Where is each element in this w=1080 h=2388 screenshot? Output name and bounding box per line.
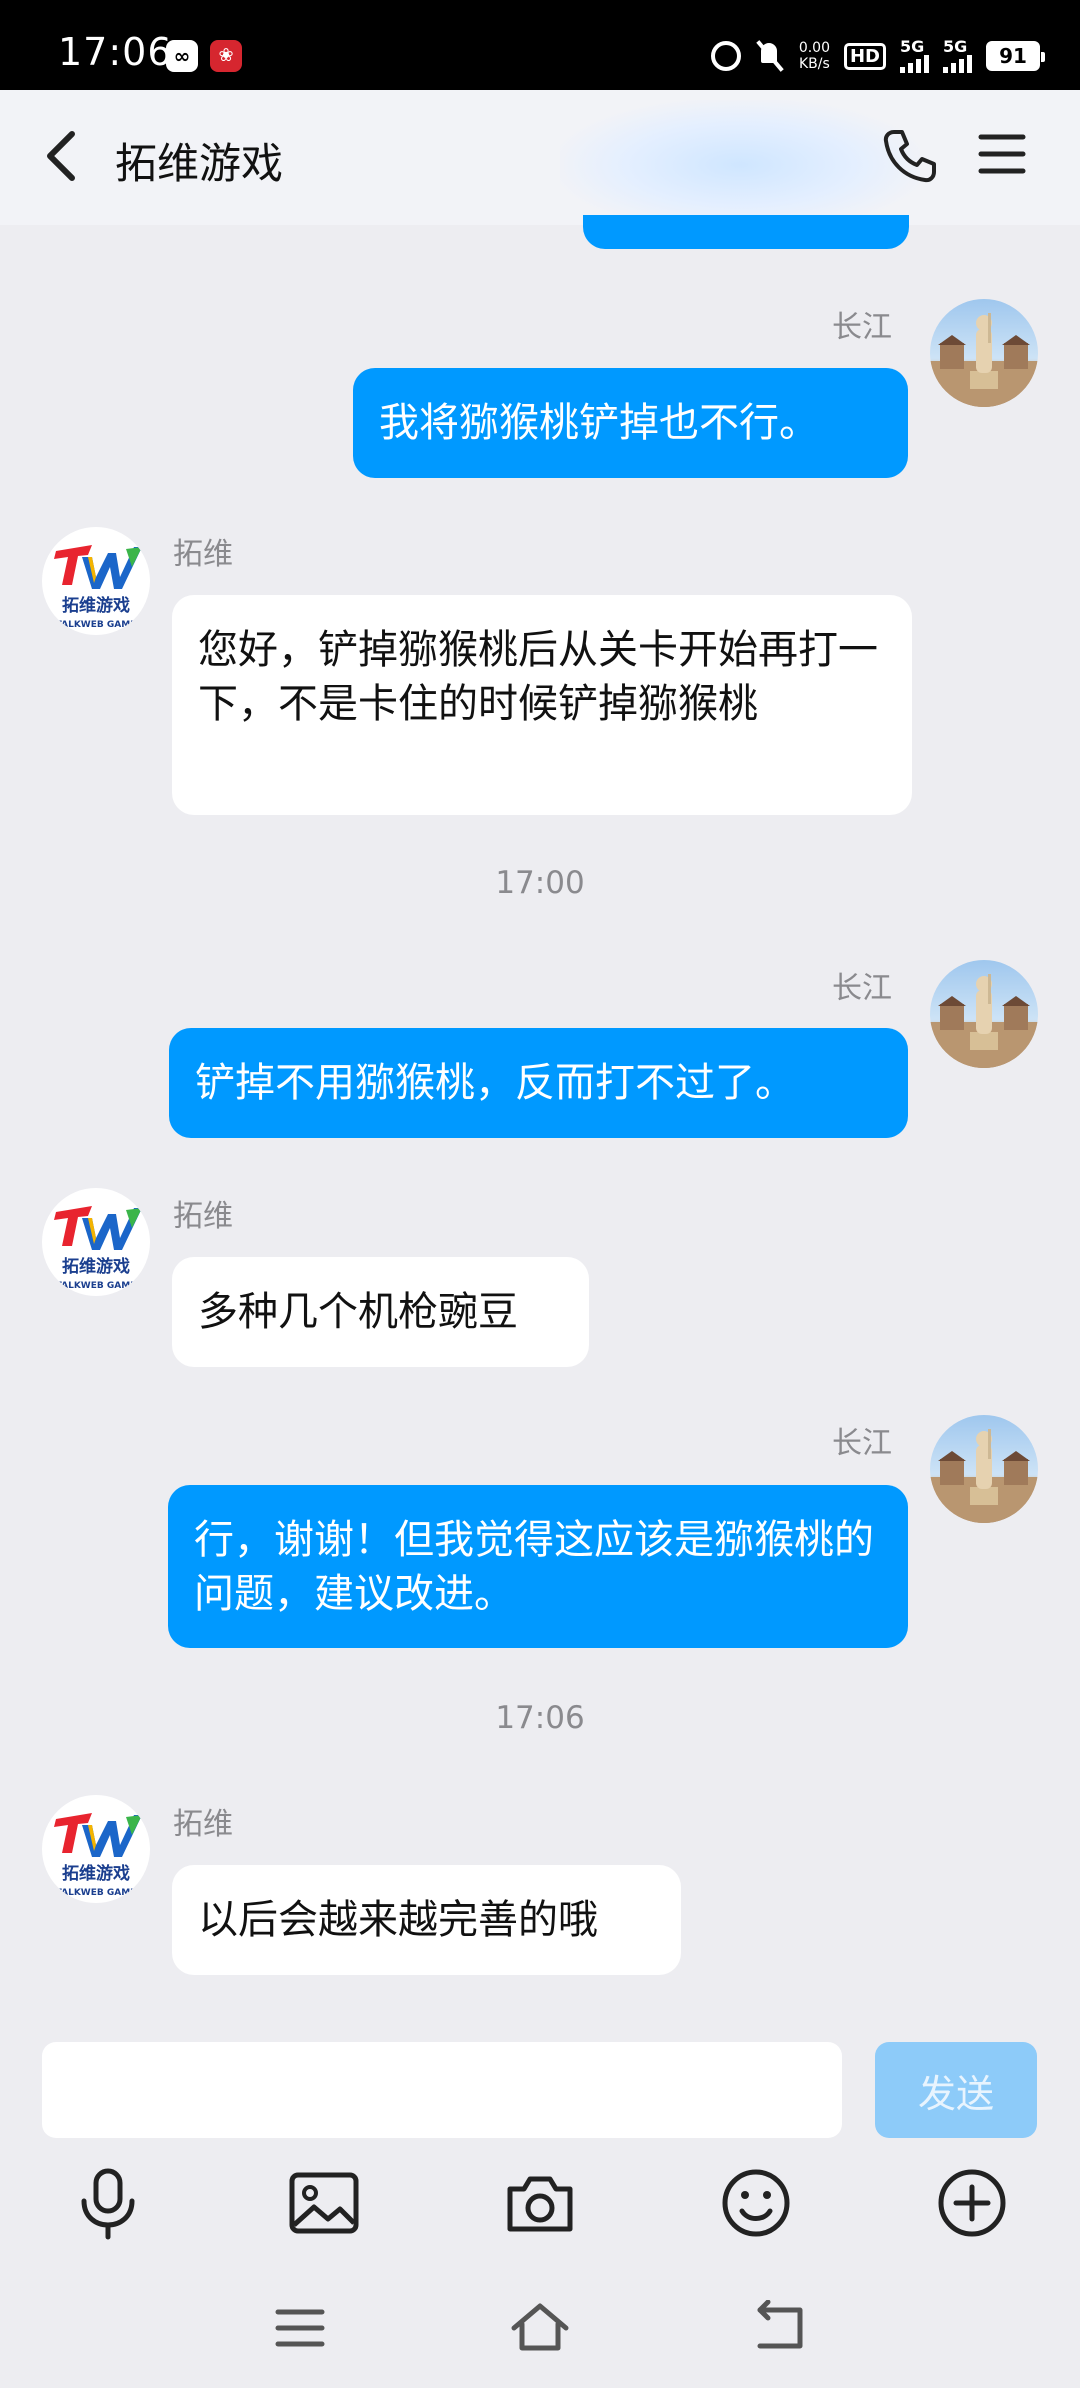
chat-header: 拓维游戏 bbox=[0, 90, 1080, 230]
signal-icon: 5G bbox=[900, 39, 929, 73]
avatar[interactable]: 拓维游戏 TALKWEB GAME bbox=[42, 1188, 150, 1296]
image-icon bbox=[289, 2172, 359, 2234]
sender-name: 拓维 bbox=[173, 1807, 233, 1842]
sender-name: 长江 bbox=[832, 971, 892, 1006]
message-bubble-partial bbox=[583, 215, 909, 249]
camera-icon bbox=[507, 2176, 573, 2232]
bot-logo-sub: TALKWEB GAME bbox=[56, 1888, 137, 1898]
bot-logo-sub: TALKWEB GAME bbox=[56, 620, 137, 630]
input-bar: 发送 bbox=[0, 2025, 1080, 2145]
back-button[interactable] bbox=[38, 126, 88, 186]
sender-name: 长江 bbox=[832, 1426, 892, 1461]
sender-name: 拓维 bbox=[173, 1199, 233, 1234]
hd-badge: HD bbox=[843, 42, 886, 70]
message-bubble[interactable]: 铲掉不用猕猴桃，反而打不过了。 bbox=[169, 1028, 908, 1138]
chevron-left-icon bbox=[47, 131, 75, 181]
alarm-icon bbox=[710, 41, 741, 71]
battery-icon: 91 bbox=[986, 41, 1045, 71]
mute-icon bbox=[755, 41, 785, 71]
call-button[interactable] bbox=[880, 126, 940, 186]
network-speed-value: 0.00 bbox=[798, 40, 830, 56]
timestamp: 17:06 bbox=[495, 1700, 585, 1736]
message-input[interactable] bbox=[42, 2042, 842, 2138]
network-speed: 0.00 KB/s bbox=[799, 40, 830, 72]
menu-button[interactable] bbox=[978, 132, 1026, 176]
recent-apps-button[interactable] bbox=[270, 2300, 330, 2356]
status-time: 17:06 bbox=[58, 30, 173, 74]
avatar[interactable] bbox=[930, 1415, 1038, 1523]
sender-name: 拓维 bbox=[173, 537, 233, 572]
blurred-area bbox=[560, 100, 920, 230]
chat-area[interactable]: 长江 我将猕猴桃铲掉也不行。 拓维游戏 TALKWEB GAME 拓维 您好，铲… bbox=[0, 215, 1080, 2025]
send-button[interactable]: 发送 bbox=[875, 2042, 1037, 2138]
home-button[interactable] bbox=[510, 2300, 570, 2356]
microphone-icon bbox=[81, 2168, 135, 2240]
system-nav-bar bbox=[0, 2270, 1080, 2388]
back-icon bbox=[757, 2299, 803, 2349]
plus-icon bbox=[938, 2169, 1006, 2237]
avatar[interactable] bbox=[930, 960, 1038, 1068]
signal-icon: 5G bbox=[943, 39, 972, 73]
avatar[interactable] bbox=[930, 299, 1038, 407]
timestamp: 17:00 bbox=[495, 865, 585, 901]
phone-icon bbox=[883, 130, 936, 183]
message-bubble[interactable]: 您好，铲掉猕猴桃后从关卡开始再打一下，不是卡住的时候铲掉猕猴桃 bbox=[172, 595, 912, 815]
bot-logo-name: 拓维游戏 bbox=[62, 1256, 130, 1277]
emoji-button[interactable] bbox=[718, 2165, 794, 2241]
menu-icon bbox=[978, 134, 1026, 174]
camera-button[interactable] bbox=[502, 2165, 578, 2241]
back-nav-button[interactable] bbox=[750, 2299, 810, 2356]
home-icon bbox=[511, 2303, 569, 2351]
bot-logo-name: 拓维游戏 bbox=[62, 595, 130, 616]
bot-logo-name: 拓维游戏 bbox=[62, 1863, 130, 1884]
message-bubble[interactable]: 多种几个机枪豌豆 bbox=[172, 1257, 589, 1367]
network-label: 5G bbox=[900, 37, 925, 56]
network-label: 5G bbox=[943, 37, 968, 56]
menu-icon bbox=[275, 2309, 325, 2347]
network-speed-unit: KB/s bbox=[799, 56, 830, 72]
message-bubble[interactable]: 我将猕猴桃铲掉也不行。 bbox=[353, 368, 908, 478]
bot-logo-sub: TALKWEB GAME bbox=[56, 1281, 137, 1291]
avatar[interactable]: 拓维游戏 TALKWEB GAME bbox=[42, 1795, 150, 1903]
sender-name: 长江 bbox=[832, 310, 892, 345]
image-button[interactable] bbox=[286, 2165, 362, 2241]
notification-app-icon: ∞ bbox=[166, 40, 198, 72]
more-button[interactable] bbox=[934, 2165, 1010, 2241]
message-bubble[interactable]: 以后会越来越完善的哦 bbox=[172, 1865, 681, 1975]
voice-button[interactable] bbox=[70, 2165, 146, 2241]
status-bar: 17:06 ∞ ❀ 0.00 KB/s HD 5G 5G 91 bbox=[0, 0, 1080, 90]
message-bubble[interactable]: 行，谢谢！但我觉得这应该是猕猴桃的问题，建议改进。 bbox=[168, 1485, 908, 1648]
emoji-icon bbox=[722, 2169, 790, 2237]
notification-app-icon: ❀ bbox=[210, 40, 242, 72]
input-toolbar bbox=[0, 2145, 1080, 2270]
avatar[interactable]: 拓维游戏 TALKWEB GAME bbox=[42, 527, 150, 635]
page-title: 拓维游戏 bbox=[115, 139, 284, 188]
